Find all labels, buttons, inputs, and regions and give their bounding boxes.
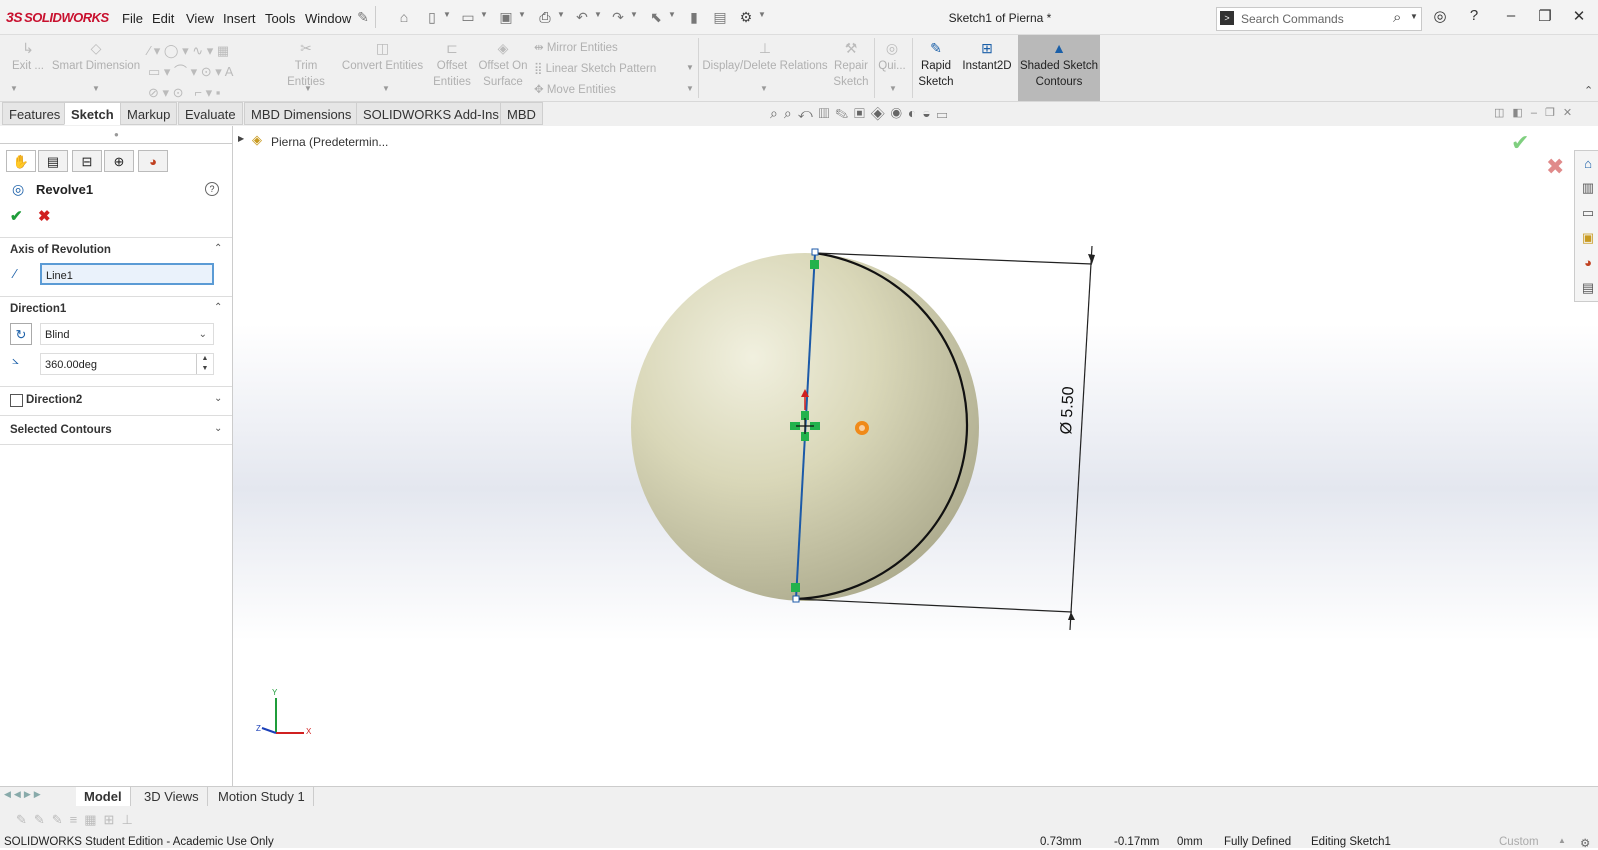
bottom-toolbar [0, 806, 1598, 834]
tab-scroll-arrows[interactable]: ◀◀▶▶ [4, 789, 44, 800]
rotation-pin-center [859, 425, 865, 431]
chevron-up-icon[interactable]: ▲ [1558, 836, 1566, 845]
edition-notice: SOLIDWORKS Student Edition - Academic Us… [4, 836, 274, 848]
relation-marker [810, 260, 819, 269]
cursor-y: -0.17mm [1114, 836, 1160, 848]
tab-motion-study-1[interactable]: Motion Study 1 [210, 787, 314, 806]
tab-model[interactable]: Model [76, 787, 131, 806]
relation-marker [791, 583, 800, 592]
editing-status: Editing Sketch1 [1311, 836, 1391, 848]
dimension-line[interactable] [1069, 245, 1093, 631]
cursor-x: 0.73mm [1040, 836, 1082, 848]
cursor-z: 0mm [1177, 836, 1203, 848]
arrowhead [1068, 612, 1075, 620]
arrowhead [1088, 254, 1095, 264]
triad-x-label: X [306, 727, 312, 736]
extension-line [795, 598, 1073, 613]
unit-system[interactable]: Custom [1499, 836, 1539, 848]
endpoint[interactable] [792, 595, 800, 603]
diameter-dimension[interactable]: Ø 5.50 [1058, 364, 1080, 435]
triad-y-label: Y [272, 688, 278, 697]
endpoint[interactable] [811, 248, 819, 256]
sketch-status: Fully Defined [1224, 836, 1292, 848]
triad-z-axis [261, 727, 277, 734]
tab-3d-views[interactable]: 3D Views [136, 787, 208, 806]
status-bar: SOLIDWORKS Student Edition - Academic Us… [0, 834, 1598, 850]
sketch-ink-toolbar[interactable]: ✎✎✎≡▦⊞⊥ [16, 812, 140, 828]
sketch-canvas [261, 245, 1095, 734]
triad-z-label: Z [256, 724, 261, 733]
